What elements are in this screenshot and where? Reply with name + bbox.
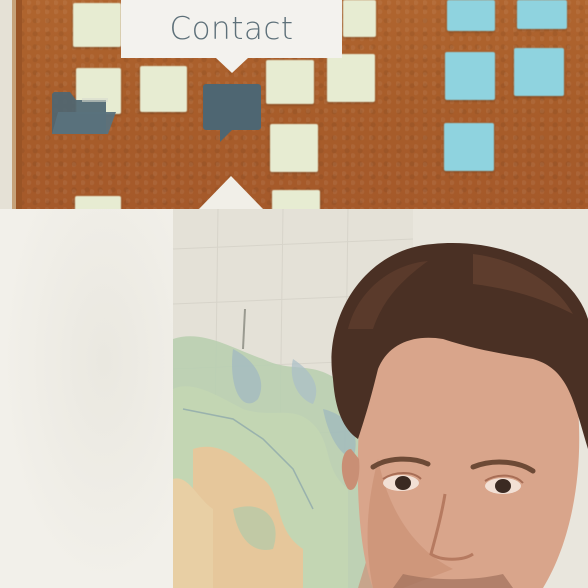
board-frame bbox=[0, 0, 22, 210]
folder-icon[interactable] bbox=[52, 90, 118, 136]
left-panel bbox=[0, 209, 174, 588]
sticky-note bbox=[517, 0, 567, 29]
section-pointer bbox=[198, 176, 264, 210]
sticky-note bbox=[266, 60, 314, 104]
sticky-note bbox=[445, 52, 495, 100]
tooltip-label: Contact bbox=[169, 11, 294, 47]
sticky-note bbox=[444, 123, 494, 171]
sticky-note bbox=[140, 66, 187, 112]
sticky-note bbox=[343, 0, 376, 37]
sticky-note bbox=[514, 48, 564, 96]
sticky-note bbox=[270, 124, 318, 172]
sticky-note bbox=[73, 3, 121, 47]
sticky-note bbox=[75, 196, 121, 210]
sticky-note bbox=[272, 190, 320, 210]
contact-section bbox=[0, 209, 588, 588]
sticky-note bbox=[327, 54, 375, 102]
sticky-note bbox=[447, 0, 495, 31]
contact-tooltip: Contact bbox=[121, 0, 342, 58]
chat-bubble-icon[interactable] bbox=[202, 84, 262, 144]
tooltip-arrow bbox=[216, 58, 248, 73]
corkboard-header: Contact bbox=[0, 0, 588, 210]
profile-photo bbox=[173, 209, 588, 588]
